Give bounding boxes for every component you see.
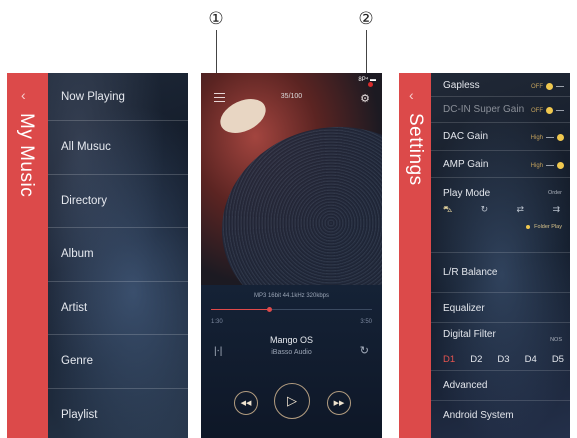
my-music-screen: ‹ My Music Now Playing All Musuc Directo… (7, 73, 188, 438)
song-title: Mango OS (269, 335, 314, 345)
dc-in-toggle[interactable]: OFF (531, 107, 564, 114)
play-once-icon[interactable]: ⛍ (443, 204, 452, 216)
my-music-menu: Now Playing All Musuc Directory Album Ar… (48, 73, 188, 438)
toggle-state: High (530, 134, 543, 141)
filter-option-d2[interactable]: D2 (470, 354, 482, 365)
artist-name: iBasso Audio (271, 349, 312, 356)
toggle-knob-icon (557, 134, 564, 141)
next-icon: ▶▶ (333, 400, 345, 407)
next-button[interactable]: ▶▶ (327, 391, 351, 415)
setting-label: DAC Gain (443, 131, 489, 142)
gapless-toggle[interactable]: OFF (531, 83, 564, 90)
notification-dot (368, 82, 373, 87)
toggle-knob-icon (546, 83, 553, 90)
setting-android-system[interactable]: Android System (431, 401, 570, 435)
toggle-state: OFF (531, 83, 543, 90)
menu-item-album[interactable]: Album (48, 228, 188, 282)
setting-label: Digital Filter (443, 329, 496, 340)
audio-format: MP3 16bit 44.1kHz 320kbps (253, 293, 330, 299)
back-chevron-icon[interactable]: ‹ (21, 87, 26, 103)
play-icon: ▷ (287, 393, 297, 408)
toggle-state: OFF (531, 107, 543, 114)
toggle-knob-icon (557, 162, 564, 169)
filter-option-d4[interactable]: D4 (525, 354, 537, 365)
repeat-icon[interactable]: ↻ (481, 204, 489, 216)
repeat-icon[interactable]: ↻ (360, 344, 369, 357)
menu-item-now-playing[interactable]: Now Playing (48, 73, 188, 121)
my-music-title: My Music (16, 113, 37, 198)
setting-label: AMP Gain (443, 159, 489, 170)
setting-lr-balance[interactable]: L/R Balance (431, 253, 570, 293)
progress-knob[interactable] (266, 307, 272, 312)
track-count: 35/100 (280, 93, 303, 100)
folder-play-label: Folder Play (534, 224, 562, 230)
menu-item-all-music[interactable]: All Musuc (48, 121, 188, 175)
setting-amp-gain[interactable]: AMP Gain High (431, 151, 570, 178)
time-total: 3:50 (360, 319, 372, 325)
setting-play-mode[interactable]: Play Mode Order ⛍ ↻ ⇄ ⇉ Folder Play (431, 178, 570, 253)
play-button[interactable]: ▷ (274, 383, 310, 419)
setting-label: Equalizer (443, 303, 485, 314)
play-mode-order: Order (547, 190, 562, 196)
filter-options: D1 D2 D3 D4 D5 (443, 354, 564, 365)
toggle-state: High (530, 162, 543, 169)
menu-item-artist[interactable]: Artist (48, 282, 188, 335)
play-mode-options: ⛍ ↻ ⇄ ⇉ (443, 204, 560, 216)
previous-button[interactable]: ◀◀ (234, 391, 258, 415)
setting-digital-filter[interactable]: Digital Filter NOS D1 D2 D3 D4 D5 (431, 323, 570, 371)
player-screen: 8P⁴ ▬ 35/100 ⚙ MP3 16bit 44.1kHz 320kbps… (201, 73, 382, 438)
setting-dac-gain[interactable]: DAC Gain High (431, 123, 570, 151)
previous-icon: ◀◀ (240, 400, 252, 407)
setting-label: DC-IN Super Gain (443, 104, 525, 115)
setting-label: Advanced (443, 380, 488, 391)
callout-1: ① (208, 9, 224, 29)
dac-gain-toggle[interactable]: High (531, 134, 564, 141)
callout-2: ② (358, 9, 374, 29)
settings-gear-icon[interactable]: ⚙ (360, 92, 370, 105)
setting-gapless[interactable]: Gapless OFF (431, 73, 570, 97)
setting-dc-in-super-gain[interactable]: DC-IN Super Gain OFF (431, 97, 570, 123)
amp-gain-toggle[interactable]: High (531, 162, 564, 169)
filter-mode: NOS (550, 337, 562, 343)
progress-fill (211, 309, 269, 310)
my-music-sidebar: ‹ My Music (7, 73, 48, 438)
album-art: 8P⁴ ▬ 35/100 ⚙ (201, 73, 382, 285)
status-bar: 8P⁴ ▬ (358, 77, 376, 83)
setting-label: Gapless (443, 80, 480, 91)
time-elapsed: 1:30 (211, 319, 223, 325)
order-icon[interactable]: ⇉ (552, 204, 560, 216)
setting-label: Android System (443, 410, 514, 421)
progress-bar[interactable] (211, 307, 372, 312)
settings-title: Settings (405, 113, 426, 186)
menu-item-playlist[interactable]: Playlist (48, 389, 188, 438)
shuffle-icon[interactable]: ⇄ (517, 204, 525, 216)
menu-item-genre[interactable]: Genre (48, 335, 188, 389)
settings-list: Gapless OFF DC-IN Super Gain OFF DAC Gai… (431, 73, 570, 435)
setting-label: Play Mode (443, 188, 491, 199)
back-chevron-icon[interactable]: ‹ (409, 87, 414, 103)
settings-sidebar: ‹ Settings (399, 73, 431, 438)
filter-option-d3[interactable]: D3 (497, 354, 509, 365)
filter-option-d1[interactable]: D1 (443, 354, 455, 365)
toggle-knob-icon (546, 107, 553, 114)
folder-play[interactable]: Folder Play (526, 224, 562, 230)
setting-advanced[interactable]: Advanced (431, 371, 570, 401)
player-controls-panel: MP3 16bit 44.1kHz 320kbps 1:30 3:50 |⋅| … (201, 285, 382, 438)
setting-equalizer[interactable]: Equalizer (431, 293, 570, 323)
setting-label: L/R Balance (443, 267, 498, 278)
settings-screen: ‹ Settings Gapless OFF DC-IN Super Gain … (399, 73, 570, 438)
menu-item-directory[interactable]: Directory (48, 175, 188, 228)
filter-option-d5[interactable]: D5 (552, 354, 564, 365)
